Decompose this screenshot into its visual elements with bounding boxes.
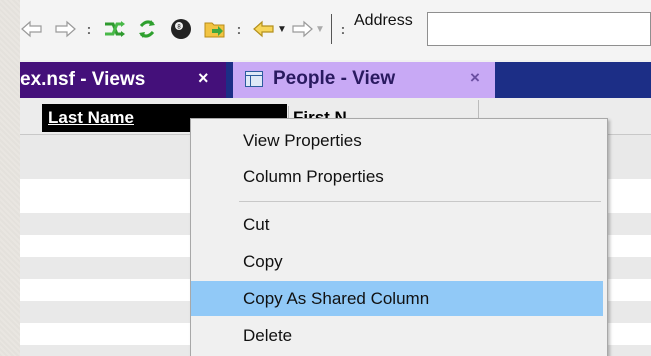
eight-ball-icon[interactable]: 8 [168, 16, 194, 42]
view-icon [245, 71, 263, 87]
toolbar: : 8 : ▼ ▼ : Address [20, 0, 651, 60]
tab-strip: ex.nsf - Views × People - View × [20, 62, 651, 98]
tab-label: ex.nsf - Views [20, 69, 146, 90]
dropdown-caret-icon[interactable]: ▼ [314, 20, 326, 38]
context-menu: View Properties Column Properties Cut Co… [190, 118, 608, 356]
refresh-icon[interactable] [135, 17, 159, 41]
menu-item-label: Column Properties [243, 167, 384, 186]
menu-item-copy-as-shared-column[interactable]: Copy As Shared Column [191, 281, 603, 316]
menu-item-cut[interactable]: Cut [191, 207, 603, 242]
gray-forward-arrow-icon[interactable] [290, 17, 314, 41]
forward-arrow-icon[interactable] [53, 17, 77, 41]
menu-item-view-properties[interactable]: View Properties [191, 123, 603, 158]
sync-icon[interactable] [102, 17, 126, 41]
column-header-label: Last Name [48, 108, 134, 127]
menu-item-label: View Properties [243, 131, 362, 150]
app-window: : 8 : ▼ ▼ : Address ex.nsf - Views × Peo… [20, 0, 651, 356]
tab-label: People - View [273, 68, 396, 89]
menu-item-label: Cut [243, 215, 270, 234]
toolbar-separator: : [86, 21, 92, 37]
folder-arrow-icon[interactable] [202, 17, 228, 41]
tab-views[interactable]: ex.nsf - Views × [20, 62, 226, 98]
tab-people-view[interactable]: People - View × [233, 62, 495, 98]
address-input[interactable] [427, 12, 651, 46]
menu-item-column-properties[interactable]: Column Properties [191, 159, 603, 194]
menu-item-copy[interactable]: Copy [191, 244, 603, 279]
close-icon[interactable]: × [470, 68, 480, 88]
menu-item-label: Delete [243, 326, 293, 345]
address-label: Address [354, 12, 413, 29]
dropdown-caret-icon[interactable]: ▼ [276, 20, 288, 38]
toolbar-separator: : [236, 21, 242, 37]
back-arrow-icon[interactable] [20, 17, 44, 41]
yellow-back-arrow-icon[interactable] [252, 17, 276, 41]
toolbar-divider [331, 14, 332, 44]
menu-item-label: Copy [243, 252, 283, 271]
close-icon[interactable]: × [198, 68, 209, 89]
menu-item-delete[interactable]: Delete [191, 318, 603, 353]
menu-item-label: Copy As Shared Column [243, 289, 430, 308]
toolbar-separator: : [340, 21, 346, 37]
menu-separator [239, 201, 601, 202]
